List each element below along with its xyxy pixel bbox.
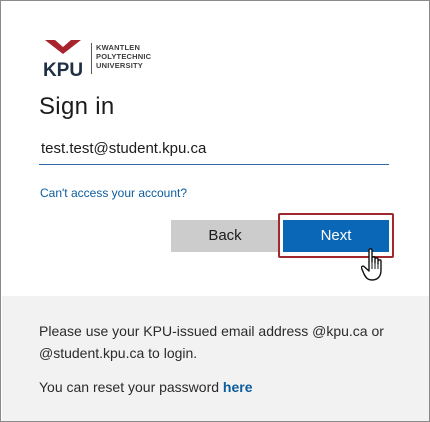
email-field[interactable] xyxy=(39,137,389,165)
footer-reset-text: You can reset your password here xyxy=(39,376,253,398)
reset-password-link[interactable]: here xyxy=(223,379,253,395)
footer-info-text: Please use your KPU-issued email address… xyxy=(39,323,384,361)
university-line-3: UNIVERSITY xyxy=(96,61,144,70)
hand-cursor-icon xyxy=(361,248,382,281)
footer-panel: Please use your KPU-issued email address… xyxy=(2,296,429,421)
logo-divider xyxy=(91,43,92,74)
university-line-2: POLYTECHNIC xyxy=(96,52,152,61)
university-name: KWANTLEN POLYTECHNIC UNIVERSITY xyxy=(96,43,151,70)
cant-access-link[interactable]: Can't access your account? xyxy=(40,186,187,200)
login-dialog: KPU KWANTLEN POLYTECHNIC UNIVERSITY Sign… xyxy=(0,0,430,422)
kpu-logo-text: KPU xyxy=(43,60,83,79)
back-button[interactable]: Back xyxy=(171,220,279,252)
university-line-1: KWANTLEN xyxy=(96,43,141,52)
page-title: Sign in xyxy=(39,93,115,120)
kpu-logo-icon: KPU xyxy=(43,40,83,79)
reset-prefix: You can reset your password xyxy=(39,379,223,395)
kpu-logo: KPU KWANTLEN POLYTECHNIC UNIVERSITY xyxy=(39,39,179,79)
